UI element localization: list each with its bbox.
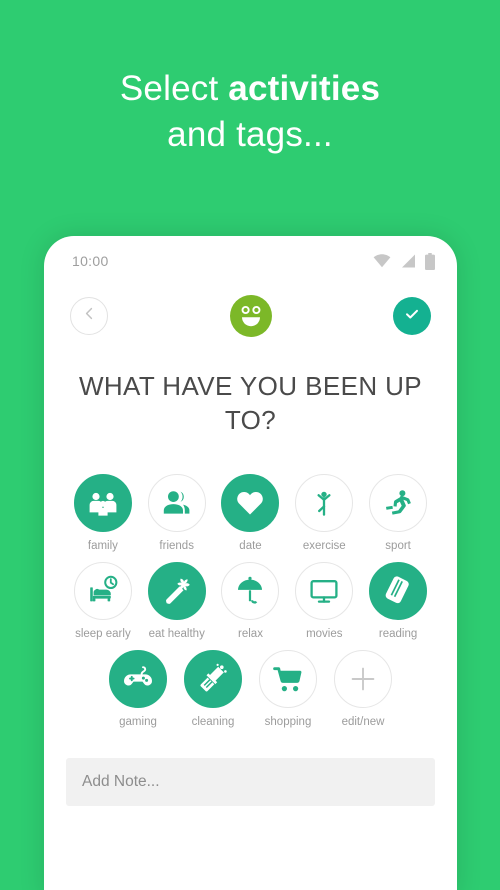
activity-bubble[interactable] — [221, 561, 280, 620]
activity-eat-healthy[interactable]: eat healthy — [140, 561, 214, 640]
status-bar: 10:00 — [44, 236, 457, 280]
status-time: 10:00 — [72, 253, 109, 269]
activity-cleaning[interactable]: cleaning — [176, 649, 251, 728]
activity-bubble[interactable] — [147, 561, 206, 620]
confirm-button[interactable] — [393, 297, 431, 335]
activity-bubble[interactable] — [369, 561, 428, 620]
add-note-input[interactable] — [66, 757, 435, 806]
activity-reading[interactable]: reading — [361, 561, 435, 640]
page-title: WHAT HAVE YOU BEEN UP TO? — [78, 371, 423, 435]
activity-label: date — [239, 539, 262, 552]
battery-icon — [425, 252, 435, 270]
activity-label: cleaning — [191, 715, 235, 728]
promo-line-1: Select activities — [0, 66, 500, 112]
family-icon — [87, 487, 119, 519]
activity-bubble[interactable] — [73, 561, 132, 620]
friends-icon — [161, 487, 192, 518]
back-button[interactable] — [70, 297, 108, 335]
check-icon — [403, 305, 421, 328]
activity-bubble[interactable] — [334, 649, 392, 708]
activity-bubble[interactable] — [184, 649, 242, 708]
activity-row: gaming cleaning shopping edit/new — [66, 649, 435, 728]
phone-mockup: 10:00 WHAT HAVE YOU BEEN UP TO? family f… — [44, 236, 457, 890]
activity-bubble[interactable] — [369, 473, 428, 532]
carrot-icon — [161, 575, 192, 606]
broom-icon — [198, 663, 229, 694]
activity-row: family friends date exercise sport — [66, 473, 435, 552]
activity-shopping[interactable]: shopping — [251, 649, 326, 728]
activity-label: movies — [306, 627, 343, 640]
activity-exercise[interactable]: exercise — [287, 473, 361, 552]
activity-label: exercise — [302, 539, 346, 552]
promo-line-2: and tags... — [167, 115, 333, 155]
bed-clock-icon — [87, 575, 119, 607]
activity-friends[interactable]: friends — [140, 473, 214, 552]
book-icon — [383, 575, 414, 606]
activity-movies[interactable]: movies — [287, 561, 361, 640]
activity-label: eat healthy — [148, 627, 205, 640]
activity-date[interactable]: date — [214, 473, 288, 552]
activity-label: reading — [378, 627, 418, 640]
status-icon-group — [373, 252, 435, 270]
signal-icon — [400, 254, 416, 268]
activity-bubble[interactable] — [295, 561, 354, 620]
activity-label: gaming — [119, 715, 157, 728]
chevron-left-icon — [83, 307, 96, 325]
activity-bubble[interactable] — [147, 473, 206, 532]
activity-relax[interactable]: relax — [214, 561, 288, 640]
activity-bubble[interactable] — [221, 473, 280, 532]
activity-label: sport — [385, 539, 411, 552]
mood-button[interactable] — [229, 295, 272, 337]
plus-icon — [350, 666, 376, 692]
monitor-icon — [309, 576, 339, 606]
activity-grid: family friends date exercise sport sleep… — [44, 473, 457, 728]
activity-label: shopping — [264, 715, 312, 728]
activity-sport[interactable]: sport — [361, 473, 435, 552]
app-header — [44, 280, 457, 352]
activity-edit-new[interactable]: edit/new — [326, 649, 401, 728]
activity-bubble[interactable] — [73, 473, 132, 532]
promo-bold-text: activities — [228, 69, 381, 108]
running-icon — [383, 488, 413, 518]
promo-headline: Select activities and tags... — [0, 66, 500, 158]
activity-row: sleep early eat healthy relax movies rea… — [66, 561, 435, 640]
cart-icon — [273, 664, 303, 694]
activity-family[interactable]: family — [66, 473, 140, 552]
activity-label: family — [87, 539, 118, 552]
umbrella-icon — [235, 576, 265, 606]
activity-bubble[interactable] — [259, 649, 317, 708]
exercise-icon — [309, 488, 339, 518]
promo-plain-text: Select — [119, 69, 229, 108]
activity-bubble[interactable] — [295, 473, 354, 532]
activity-label: relax — [238, 627, 263, 640]
wifi-icon — [373, 254, 391, 268]
heart-icon — [235, 488, 265, 518]
activity-label: edit/new — [341, 715, 385, 728]
gamepad-icon — [122, 663, 154, 695]
activity-label: sleep early — [75, 627, 131, 640]
activity-label: friends — [159, 539, 194, 552]
activity-sleep-early[interactable]: sleep early — [66, 561, 140, 640]
activity-gaming[interactable]: gaming — [101, 649, 176, 728]
activity-bubble[interactable] — [109, 649, 167, 708]
smiley-face-icon — [234, 297, 268, 336]
